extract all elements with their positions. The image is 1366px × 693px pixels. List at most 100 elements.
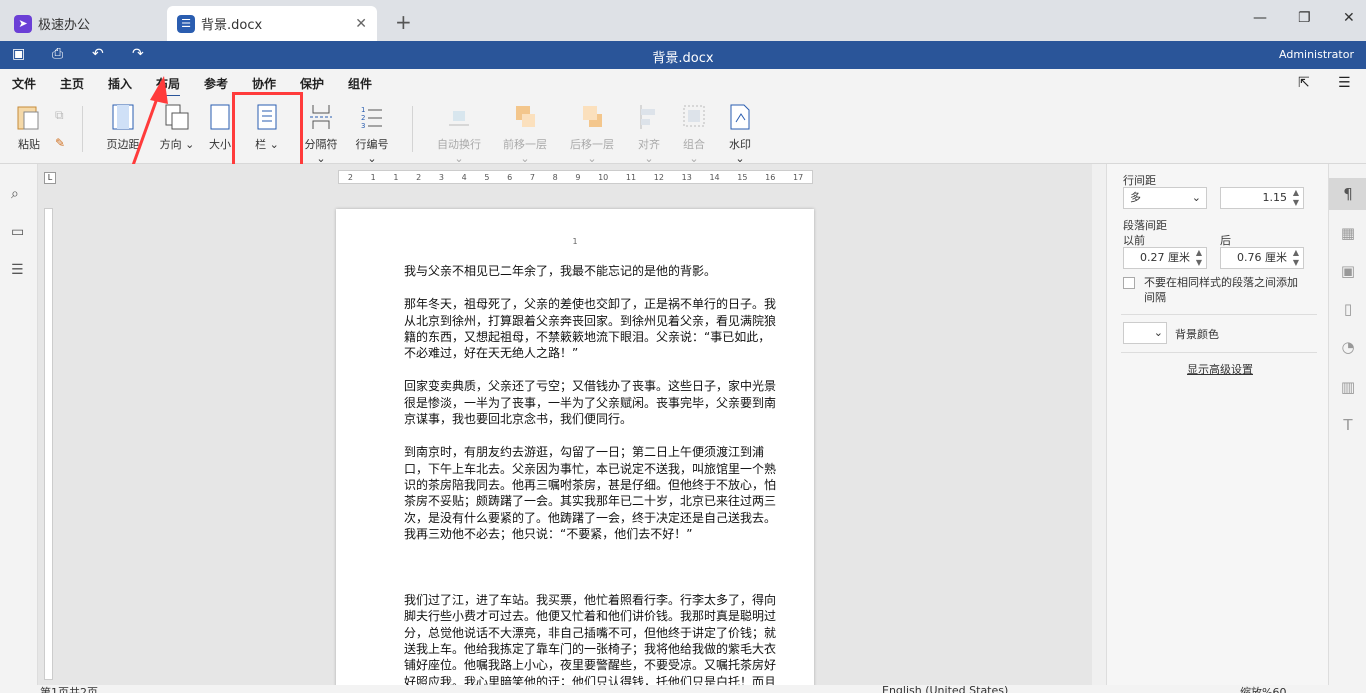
close-window-icon[interactable]: ✕ — [1343, 10, 1355, 26]
page-size-icon — [210, 104, 230, 130]
document-icon: ☰ — [177, 14, 195, 33]
format-painter-icon[interactable]: ✎ — [55, 136, 65, 150]
minimize-icon[interactable]: — — [1253, 10, 1267, 26]
paragraph-settings-pane: 行间距 多 ⌄ 1.15 ▲ ▼ 段落间距 以前 后 0.27 厘米 ▲ ▼ 0.76 厘… — [1106, 164, 1328, 685]
menu-home[interactable]: 主页 — [60, 75, 84, 92]
paragraph: 我们过了江，进了车站。我买票，他忙着照看行李。行李太多了，得向脚夫行些小费才可过… — [404, 593, 777, 685]
ribbon: 粘贴 ⧉ ✎ 页边距 方向 ⌄ 大小 栏 ⌄ 分隔符 ⌄ 123 行编号 ⌄ 自… — [0, 96, 1366, 165]
hamburger-icon[interactable]: ☰ — [1338, 75, 1351, 91]
horizontal-ruler[interactable]: 2 1 1 2 3 4 5 6 7 8 9 10 11 12 13 14 15 16 17 — [338, 170, 813, 184]
document-body[interactable]: 我与父亲不相见已二年余了，我最不能忘记的是他的背影。 那年冬天，祖母死了，父亲的… — [404, 263, 776, 685]
line-numbers-icon: 123 — [361, 106, 382, 130]
menu-layout[interactable]: 布局 — [156, 75, 181, 97]
group-button[interactable]: 组合 ⌄ — [678, 102, 710, 165]
copy-icon[interactable]: ⧉ — [55, 108, 64, 123]
send-backward-button[interactable]: 后移一层 ⌄ — [566, 102, 618, 165]
tab-label: 背景.docx — [201, 18, 263, 33]
spacing-after-input[interactable]: 0.76 厘米 ▲ ▼ — [1220, 247, 1304, 269]
paragraph: 那年冬天，祖母死了，父亲的差使也交卸了，正是祸不单行的日子。我从北京到徐州，打算… — [404, 297, 777, 361]
paragraph: 到南京时，有朋友约去游逛，勾留了一日；第二日上午便须渡江到浦口，下午上车北去。父… — [404, 445, 777, 541]
text-art-icon[interactable]: T — [1329, 416, 1366, 434]
margins-button[interactable]: 页边距 — [103, 102, 143, 152]
menu-file[interactable]: 文件 — [12, 75, 36, 92]
menu-collaborate[interactable]: 协作 — [252, 75, 276, 92]
document-canvas: L 2 1 1 2 3 4 5 6 7 8 9 10 11 12 13 14 15 16 17 1 我与父亲不相见已… — [38, 164, 1106, 685]
watermark-button[interactable]: 水印 ⌄ — [723, 102, 757, 165]
menu-plugins[interactable]: 组件 — [348, 75, 372, 92]
watermark-icon — [730, 104, 750, 130]
size-button[interactable]: 大小 — [205, 102, 235, 152]
navigation-icon[interactable]: ☰ — [11, 262, 24, 278]
line-spacing-mode-select[interactable]: 多 ⌄ — [1123, 187, 1207, 209]
menu-references[interactable]: 参考 — [204, 75, 228, 92]
svg-text:2: 2 — [361, 114, 365, 122]
spacing-before-input[interactable]: 0.27 厘米 ▲ ▼ — [1123, 247, 1207, 269]
page-number: 1 — [572, 237, 578, 246]
paste-button[interactable]: 粘贴 — [12, 102, 46, 152]
highlight-box — [232, 92, 303, 168]
tab-bar: ➤ 极速办公 ☰ 背景.docx ✕ + — ❐ ✕ — [0, 0, 1366, 41]
new-tab-button[interactable]: + — [395, 10, 412, 34]
shape-icon[interactable]: ◔ — [1329, 338, 1366, 356]
paragraph-spacing-label: 段落间距 — [1123, 219, 1167, 232]
menu-protect[interactable]: 保护 — [300, 75, 324, 92]
line-numbers-button[interactable]: 123 行编号 ⌄ — [352, 102, 392, 165]
orientation-button[interactable]: 方向 ⌄ — [158, 102, 196, 152]
right-toolbar: ¶ ▦ ▣ ▯ ◔ ▥ T — [1328, 164, 1366, 685]
no-add-spacing-checkbox[interactable] — [1123, 277, 1135, 289]
status-bar: 第1页共2页 English (United States) 缩放%60 — [0, 685, 1366, 693]
wrap-button[interactable]: 自动换行 ⌄ — [433, 102, 485, 165]
line-spacing-label: 行间距 — [1123, 174, 1156, 187]
document-title: 背景.docx — [652, 51, 714, 66]
paragraph: 回家变卖典质，父亲还了亏空；又借钱办了丧事。这些日子，家中光景很是惨淡，一半为了… — [404, 379, 777, 427]
paragraph: 我与父亲不相见已二年余了，我最不能忘记的是他的背影。 — [404, 264, 717, 278]
background-color-label: 背景颜色 — [1175, 328, 1219, 341]
margins-icon — [112, 104, 134, 130]
background-color-picker[interactable]: ⌄ — [1123, 322, 1167, 344]
vertical-ruler[interactable] — [44, 208, 53, 680]
orientation-icon — [165, 104, 189, 130]
svg-text:1: 1 — [361, 106, 365, 114]
separator — [82, 106, 83, 152]
page-count: 第1页共2页 — [40, 686, 98, 693]
before-label: 以前 — [1123, 234, 1145, 247]
line-spacing-value-input[interactable]: 1.15 ▲ ▼ — [1220, 187, 1304, 209]
chart-icon[interactable]: ▥ — [1329, 378, 1366, 396]
image-icon[interactable]: ▣ — [1329, 262, 1366, 280]
tab-document[interactable]: ☰ 背景.docx ✕ — [167, 6, 377, 41]
divider — [1121, 314, 1317, 315]
group-icon — [683, 105, 705, 127]
tab-home[interactable]: ➤ 极速办公 — [4, 6, 160, 41]
table-icon[interactable]: ▦ — [1329, 224, 1366, 242]
vertical-scrollbar[interactable] — [1092, 164, 1106, 685]
menu-insert[interactable]: 插入 — [108, 75, 132, 92]
svg-text:3: 3 — [361, 122, 365, 130]
maximize-icon[interactable]: ❐ — [1298, 10, 1311, 26]
title-bar: ▣ ⎙ ↶ ↷ 背景.docx Administrator — [0, 41, 1366, 69]
language-select[interactable]: English (United States) — [882, 685, 1008, 693]
align-button[interactable]: 对齐 ⌄ — [633, 102, 665, 165]
bring-forward-icon — [516, 106, 535, 127]
paragraph-icon[interactable]: ¶ — [1329, 178, 1366, 210]
comment-icon[interactable]: ▭ — [11, 224, 24, 240]
no-add-spacing-label: 不要在相同样式的段落之间添加间隔 — [1144, 276, 1298, 304]
zoom-level[interactable]: 缩放%60 — [1240, 685, 1286, 693]
separator — [412, 106, 413, 152]
bring-forward-button[interactable]: 前移一层 ⌄ — [499, 102, 551, 165]
rocket-icon: ➤ — [14, 14, 32, 33]
header-footer-icon[interactable]: ▯ — [1329, 300, 1366, 318]
divider — [1121, 352, 1317, 353]
document-page[interactable]: 1 我与父亲不相见已二年余了，我最不能忘记的是他的背影。 那年冬天，祖母死了，父… — [336, 209, 814, 685]
breaks-icon — [310, 105, 332, 129]
after-label: 后 — [1220, 234, 1231, 247]
tab-stop-selector[interactable]: L — [44, 172, 56, 184]
tab-label: 极速办公 — [38, 18, 91, 33]
search-icon[interactable]: ⌕ — [11, 186, 19, 202]
user-name: Administrator — [1279, 48, 1354, 61]
left-sidebar: ⌕ ▭ ☰ — [0, 164, 38, 685]
breaks-button[interactable]: 分隔符 ⌄ — [300, 102, 342, 165]
advanced-settings-link[interactable]: 显示高级设置 — [1187, 361, 1253, 377]
menu-bar: 文件 主页 插入 布局 参考 协作 保护 组件 ⇱ ☰ — [0, 69, 1366, 97]
open-location-icon[interactable]: ⇱ — [1298, 75, 1310, 91]
close-icon[interactable]: ✕ — [355, 16, 367, 32]
